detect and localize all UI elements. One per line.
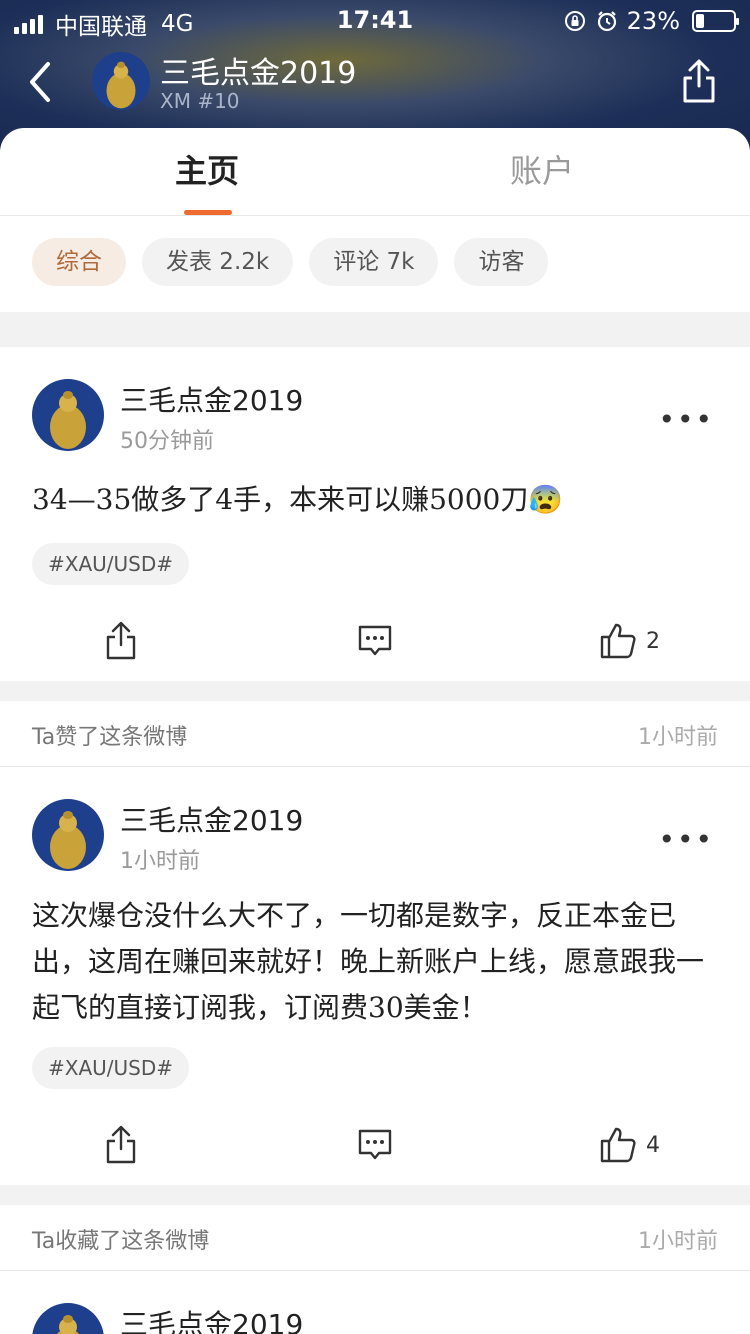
activity-text: Ta赞了这条微博 — [32, 725, 188, 750]
post-time: 1小时前 — [120, 849, 200, 874]
share-icon[interactable] — [680, 58, 718, 104]
filter-posts[interactable]: 发表 2.2k — [142, 238, 294, 286]
share-icon[interactable] — [101, 1125, 141, 1165]
like-count: 2 — [646, 629, 660, 654]
profile-tabs-card: 主页 账户 综合 发表 2.2k 评论 7k 访客 — [0, 128, 750, 312]
active-tab-indicator — [184, 210, 232, 215]
post-text: 34—35做多了4手，本来可以赚5000刀😰 — [32, 483, 564, 516]
filter-chips: 综合 发表 2.2k 评论 7k 访客 — [32, 238, 549, 286]
tab-home[interactable]: 主页 — [175, 146, 239, 192]
activity-text: Ta收藏了这条微博 — [32, 1229, 210, 1254]
tab-account[interactable]: 账户 — [510, 146, 574, 192]
filter-all[interactable]: 综合 — [32, 238, 126, 286]
like-icon[interactable] — [598, 621, 638, 661]
post-card[interactable]: 三毛点金2019 1小时前 ••• 这次爆仓没什么大不了，一切都是数字，反正本金… — [0, 767, 750, 1185]
post-tag[interactable]: #XAU/USD# — [32, 543, 190, 585]
post-time: 50分钟前 — [120, 429, 214, 454]
tab-bar: 主页 账户 — [0, 128, 750, 216]
filter-comments[interactable]: 评论 7k — [309, 238, 439, 286]
post-author[interactable]: 三毛点金2019 — [120, 379, 303, 419]
activity-row: Ta赞了这条微博 1小时前 — [0, 701, 750, 767]
more-options-icon[interactable]: ••• — [658, 403, 714, 436]
like-icon[interactable] — [598, 1125, 638, 1165]
comment-icon[interactable] — [355, 1125, 395, 1165]
filter-visitors[interactable]: 访客 — [454, 238, 549, 286]
avatar[interactable] — [32, 799, 104, 871]
post-text: 这次爆仓没什么大不了，一切都是数字，反正本金已出，这周在赚回来就好！晚上新账户上… — [32, 899, 705, 1024]
comment-icon[interactable] — [355, 621, 395, 661]
rotation-lock-icon — [564, 11, 585, 31]
header-avatar[interactable] — [92, 52, 150, 110]
header-subtitle: XM #10 — [160, 89, 240, 113]
activity-row: Ta收藏了这条微博 1小时前 — [0, 1205, 750, 1271]
post-card[interactable]: 三毛点金2019 — [0, 1271, 750, 1334]
more-options-icon[interactable]: ••• — [658, 823, 714, 856]
like-count: 4 — [646, 1133, 660, 1158]
avatar[interactable] — [32, 1303, 104, 1334]
back-arrow-icon[interactable] — [24, 60, 60, 104]
post-card[interactable]: 三毛点金2019 50分钟前 ••• 34—35做多了4手，本来可以赚5000刀… — [0, 347, 750, 681]
battery-icon — [692, 10, 739, 32]
activity-time: 1小时前 — [638, 1229, 718, 1254]
status-bar: 中国联通 4G 17:41 23% — [0, 0, 750, 44]
battery-percent: 23% — [626, 7, 680, 35]
alarm-icon — [597, 11, 616, 32]
post-tag[interactable]: #XAU/USD# — [32, 1047, 190, 1089]
header-title: 三毛点金2019 — [160, 56, 357, 91]
avatar[interactable] — [32, 379, 104, 451]
post-author[interactable]: 三毛点金2019 — [120, 799, 303, 839]
share-icon[interactable] — [101, 621, 141, 661]
post-author[interactable]: 三毛点金2019 — [120, 1303, 303, 1334]
activity-time: 1小时前 — [638, 725, 718, 750]
